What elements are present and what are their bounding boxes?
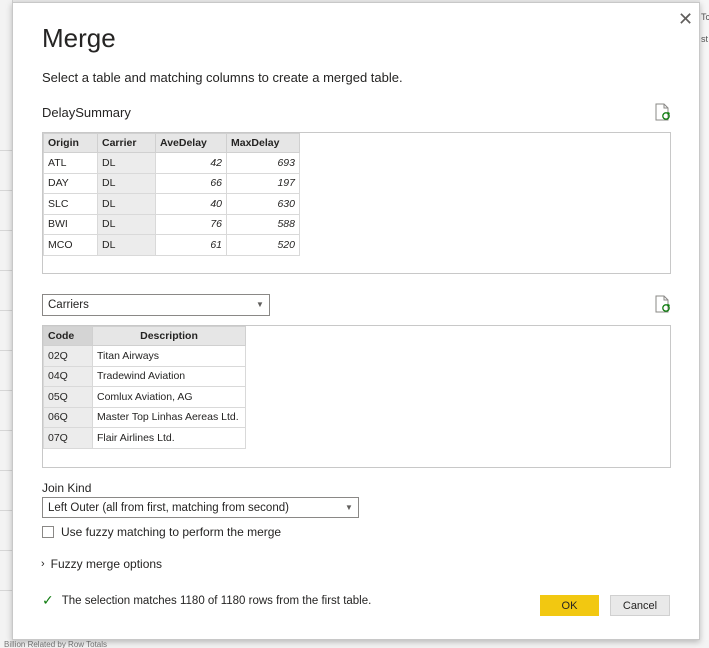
table-cell: Comlux Aviation, AG bbox=[92, 386, 246, 408]
dialog-title: Merge bbox=[42, 23, 116, 53]
first-table-preview: Origin Carrier AveDelay MaxDelay ATL DL … bbox=[42, 132, 671, 274]
table-cell: MCO bbox=[43, 234, 98, 256]
background-text: Tc bbox=[701, 12, 709, 22]
table-row: 05Q Comlux Aviation, AG bbox=[43, 386, 246, 408]
table-cell: 693 bbox=[226, 152, 300, 174]
table-cell: BWI bbox=[43, 213, 98, 235]
table-row: 04Q Tradewind Aviation bbox=[43, 365, 246, 387]
table-cell: DL bbox=[97, 193, 156, 215]
table-row: DAY DL 66 197 bbox=[43, 172, 300, 194]
table-cell: Titan Airways bbox=[92, 345, 246, 367]
refresh-preview-icon[interactable] bbox=[654, 103, 670, 121]
background-app-bottom: Billion Related by Row Totals bbox=[0, 640, 709, 648]
table-cell: 61 bbox=[155, 234, 227, 256]
second-table-preview: Code Description 02Q Titan Airways 04Q T… bbox=[42, 325, 671, 468]
chevron-down-icon: ▼ bbox=[345, 503, 353, 512]
close-icon[interactable]: ✕ bbox=[678, 9, 693, 29]
status-message: ✓ The selection matches 1180 of 1180 row… bbox=[42, 592, 371, 609]
column-header[interactable]: Carrier bbox=[97, 133, 156, 153]
table-cell: 42 bbox=[155, 152, 227, 174]
table-cell: 07Q bbox=[43, 427, 93, 449]
table-row: 07Q Flair Airlines Ltd. bbox=[43, 427, 246, 449]
table-cell: Flair Airlines Ltd. bbox=[92, 427, 246, 449]
table-cell: 66 bbox=[155, 172, 227, 194]
fuzzy-matching-label: Use fuzzy matching to perform the merge bbox=[61, 525, 282, 539]
dialog-subtitle: Select a table and matching columns to c… bbox=[42, 70, 403, 85]
table-cell: 588 bbox=[226, 213, 300, 235]
column-header[interactable]: AveDelay bbox=[155, 133, 227, 153]
table-cell: 197 bbox=[226, 172, 300, 194]
table-row: 02Q Titan Airways bbox=[43, 345, 246, 367]
fuzzy-merge-options-label: Fuzzy merge options bbox=[50, 557, 163, 571]
chevron-down-icon: ▼ bbox=[256, 300, 264, 309]
table-cell: 02Q bbox=[43, 345, 93, 367]
second-table-select-value: Carriers bbox=[48, 299, 89, 311]
column-header[interactable]: Origin bbox=[43, 133, 98, 153]
chevron-right-icon: › bbox=[41, 558, 45, 570]
table-cell: 76 bbox=[155, 213, 227, 235]
table-cell: 630 bbox=[226, 193, 300, 215]
table-cell: DL bbox=[97, 234, 156, 256]
first-table-name: DelaySummary bbox=[42, 105, 131, 120]
table-cell: 520 bbox=[226, 234, 300, 256]
ok-button[interactable]: OK bbox=[540, 595, 599, 616]
table-cell: DAY bbox=[43, 172, 98, 194]
table-cell: 06Q bbox=[43, 406, 93, 428]
first-table-grid: Origin Carrier AveDelay MaxDelay ATL DL … bbox=[43, 133, 300, 256]
fuzzy-matching-checkbox[interactable]: Use fuzzy matching to perform the merge bbox=[42, 525, 281, 539]
column-header[interactable]: Description bbox=[92, 326, 246, 346]
join-kind-label: Join Kind bbox=[42, 481, 92, 495]
table-cell: ATL bbox=[43, 152, 98, 174]
table-cell: Master Top Linhas Aereas Ltd. bbox=[92, 406, 246, 428]
table-cell: SLC bbox=[43, 193, 98, 215]
status-text: The selection matches 1180 of 1180 rows … bbox=[61, 594, 372, 607]
second-table-grid: Code Description 02Q Titan Airways 04Q T… bbox=[43, 326, 246, 449]
fuzzy-merge-options-toggle[interactable]: › Fuzzy merge options bbox=[41, 557, 162, 571]
table-row: MCO DL 61 520 bbox=[43, 234, 300, 256]
table-cell: Tradewind Aviation bbox=[92, 365, 246, 387]
table-row: 06Q Master Top Linhas Aereas Ltd. bbox=[43, 406, 246, 428]
column-header[interactable]: Code bbox=[43, 326, 93, 346]
merge-dialog: ✕ Merge Select a table and matching colu… bbox=[12, 2, 700, 640]
table-cell: DL bbox=[97, 172, 156, 194]
table-cell: 05Q bbox=[43, 386, 93, 408]
table-cell: DL bbox=[97, 152, 156, 174]
table-cell: 04Q bbox=[43, 365, 93, 387]
second-table-select[interactable]: Carriers ▼ bbox=[42, 294, 270, 316]
table-cell: 40 bbox=[155, 193, 227, 215]
join-kind-value: Left Outer (all from first, matching fro… bbox=[48, 502, 289, 514]
table-row: SLC DL 40 630 bbox=[43, 193, 300, 215]
background-text: st bbox=[701, 34, 709, 44]
table-cell: DL bbox=[97, 213, 156, 235]
join-kind-select[interactable]: Left Outer (all from first, matching fro… bbox=[42, 497, 359, 518]
cancel-button[interactable]: Cancel bbox=[610, 595, 670, 616]
table-row: ATL DL 42 693 bbox=[43, 152, 300, 174]
table-row: BWI DL 76 588 bbox=[43, 213, 300, 235]
checkbox-box[interactable] bbox=[42, 526, 54, 538]
background-app-right: Tc st bbox=[700, 0, 709, 648]
checkmark-icon: ✓ bbox=[42, 592, 54, 608]
column-header[interactable]: MaxDelay bbox=[226, 133, 300, 153]
refresh-preview-icon[interactable] bbox=[654, 295, 670, 313]
